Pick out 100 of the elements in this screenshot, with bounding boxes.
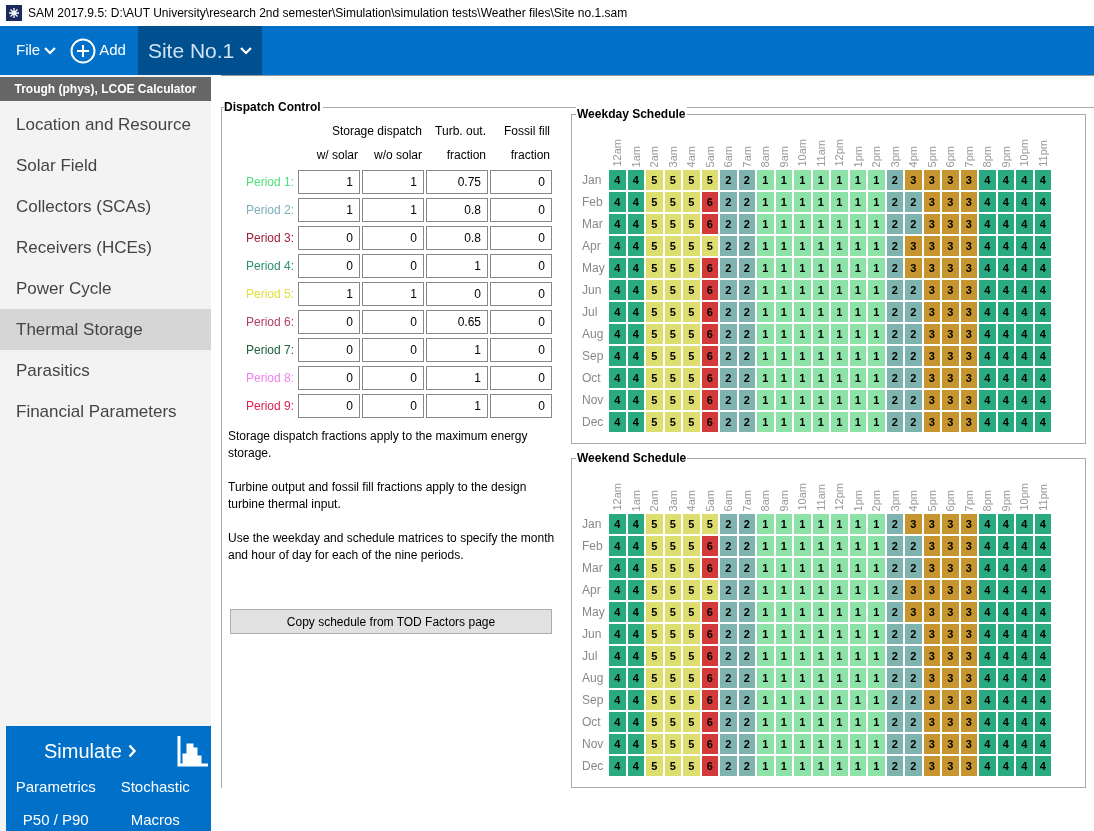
schedule-cell[interactable]: 4: [1015, 367, 1034, 389]
schedule-cell[interactable]: 4: [978, 645, 997, 667]
sidebar-link[interactable]: Macros: [130, 808, 180, 831]
schedule-cell[interactable]: 1: [756, 667, 775, 689]
schedule-cell[interactable]: 3: [941, 301, 960, 323]
schedule-cell[interactable]: 1: [867, 169, 886, 191]
schedule-cell[interactable]: 4: [978, 557, 997, 579]
schedule-cell[interactable]: 5: [645, 301, 664, 323]
schedule-cell[interactable]: 3: [941, 213, 960, 235]
schedule-cell[interactable]: 3: [941, 733, 960, 755]
schedule-cell[interactable]: 1: [793, 535, 812, 557]
schedule-cell[interactable]: 1: [867, 323, 886, 345]
schedule-cell[interactable]: 4: [978, 301, 997, 323]
schedule-cell[interactable]: 4: [608, 301, 627, 323]
schedule-cell[interactable]: 5: [682, 323, 701, 345]
schedule-cell[interactable]: 4: [978, 733, 997, 755]
schedule-cell[interactable]: 1: [830, 623, 849, 645]
schedule-cell[interactable]: 2: [719, 279, 738, 301]
schedule-cell[interactable]: 4: [608, 235, 627, 257]
schedule-cell[interactable]: 1: [756, 235, 775, 257]
schedule-cell[interactable]: 1: [867, 711, 886, 733]
schedule-cell[interactable]: 3: [941, 535, 960, 557]
schedule-cell[interactable]: 3: [941, 513, 960, 535]
schedule-cell[interactable]: 2: [719, 323, 738, 345]
schedule-cell[interactable]: 1: [756, 389, 775, 411]
file-menu[interactable]: File: [0, 26, 65, 75]
schedule-cell[interactable]: 4: [608, 623, 627, 645]
schedule-cell[interactable]: 3: [941, 579, 960, 601]
schedule-cell[interactable]: 5: [645, 645, 664, 667]
schedule-cell[interactable]: 5: [645, 411, 664, 433]
value-field[interactable]: 0: [298, 366, 360, 390]
schedule-cell[interactable]: 4: [1015, 323, 1034, 345]
schedule-cell[interactable]: 3: [904, 601, 923, 623]
schedule-cell[interactable]: 4: [978, 513, 997, 535]
schedule-cell[interactable]: 1: [793, 579, 812, 601]
schedule-cell[interactable]: 4: [1015, 601, 1034, 623]
schedule-cell[interactable]: 3: [941, 389, 960, 411]
schedule-cell[interactable]: 1: [867, 257, 886, 279]
schedule-cell[interactable]: 3: [941, 411, 960, 433]
schedule-cell[interactable]: 2: [904, 367, 923, 389]
value-field[interactable]: 0: [362, 394, 424, 418]
schedule-cell[interactable]: 5: [682, 733, 701, 755]
schedule-cell[interactable]: 2: [719, 689, 738, 711]
schedule-cell[interactable]: 1: [756, 345, 775, 367]
schedule-cell[interactable]: 1: [756, 301, 775, 323]
schedule-cell[interactable]: 1: [830, 367, 849, 389]
schedule-cell[interactable]: 1: [756, 213, 775, 235]
value-field[interactable]: 0: [362, 338, 424, 362]
schedule-cell[interactable]: 3: [941, 345, 960, 367]
schedule-cell[interactable]: 5: [682, 623, 701, 645]
value-field[interactable]: 1: [426, 394, 488, 418]
schedule-cell[interactable]: 2: [904, 301, 923, 323]
schedule-cell[interactable]: 2: [904, 689, 923, 711]
schedule-cell[interactable]: 4: [978, 367, 997, 389]
schedule-cell[interactable]: 1: [756, 411, 775, 433]
schedule-cell[interactable]: 4: [978, 235, 997, 257]
schedule-cell[interactable]: 2: [719, 213, 738, 235]
schedule-cell[interactable]: 4: [978, 711, 997, 733]
schedule-cell[interactable]: 4: [978, 279, 997, 301]
schedule-cell[interactable]: 5: [682, 367, 701, 389]
value-field[interactable]: 1: [362, 170, 424, 194]
schedule-cell[interactable]: 1: [756, 279, 775, 301]
schedule-cell[interactable]: 5: [645, 191, 664, 213]
schedule-cell[interactable]: 1: [830, 579, 849, 601]
schedule-cell[interactable]: 1: [756, 711, 775, 733]
schedule-cell[interactable]: 5: [645, 557, 664, 579]
schedule-cell[interactable]: 2: [719, 755, 738, 777]
schedule-cell[interactable]: 4: [608, 667, 627, 689]
schedule-cell[interactable]: 4: [608, 579, 627, 601]
sidebar-item[interactable]: Thermal Storage: [0, 309, 211, 350]
sidebar-item[interactable]: Receivers (HCEs): [0, 227, 211, 268]
schedule-cell[interactable]: 3: [941, 257, 960, 279]
sidebar-item[interactable]: Solar Field: [0, 145, 211, 186]
schedule-cell[interactable]: 2: [904, 623, 923, 645]
schedule-cell[interactable]: 1: [756, 733, 775, 755]
schedule-cell[interactable]: 4: [608, 645, 627, 667]
schedule-cell[interactable]: 2: [719, 191, 738, 213]
schedule-cell[interactable]: 1: [830, 279, 849, 301]
value-field[interactable]: 0.8: [426, 198, 488, 222]
schedule-cell[interactable]: 2: [719, 711, 738, 733]
schedule-cell[interactable]: 2: [719, 733, 738, 755]
schedule-cell[interactable]: 4: [1015, 191, 1034, 213]
schedule-cell[interactable]: 1: [830, 169, 849, 191]
schedule-cell[interactable]: 4: [608, 689, 627, 711]
value-field[interactable]: 0: [298, 338, 360, 362]
schedule-cell[interactable]: 1: [867, 557, 886, 579]
schedule-cell[interactable]: 5: [645, 235, 664, 257]
schedule-cell[interactable]: 1: [793, 323, 812, 345]
schedule-cell[interactable]: 4: [608, 367, 627, 389]
schedule-cell[interactable]: 4: [1015, 279, 1034, 301]
schedule-cell[interactable]: 1: [830, 557, 849, 579]
schedule-cell[interactable]: 5: [645, 535, 664, 557]
schedule-cell[interactable]: 4: [1015, 213, 1034, 235]
value-field[interactable]: 1: [426, 338, 488, 362]
schedule-cell[interactable]: 4: [1015, 645, 1034, 667]
schedule-cell[interactable]: 5: [645, 579, 664, 601]
schedule-cell[interactable]: 4: [1015, 623, 1034, 645]
schedule-cell[interactable]: 1: [867, 235, 886, 257]
schedule-cell[interactable]: 2: [904, 755, 923, 777]
sidebar-item[interactable]: Location and Resource: [0, 104, 211, 145]
